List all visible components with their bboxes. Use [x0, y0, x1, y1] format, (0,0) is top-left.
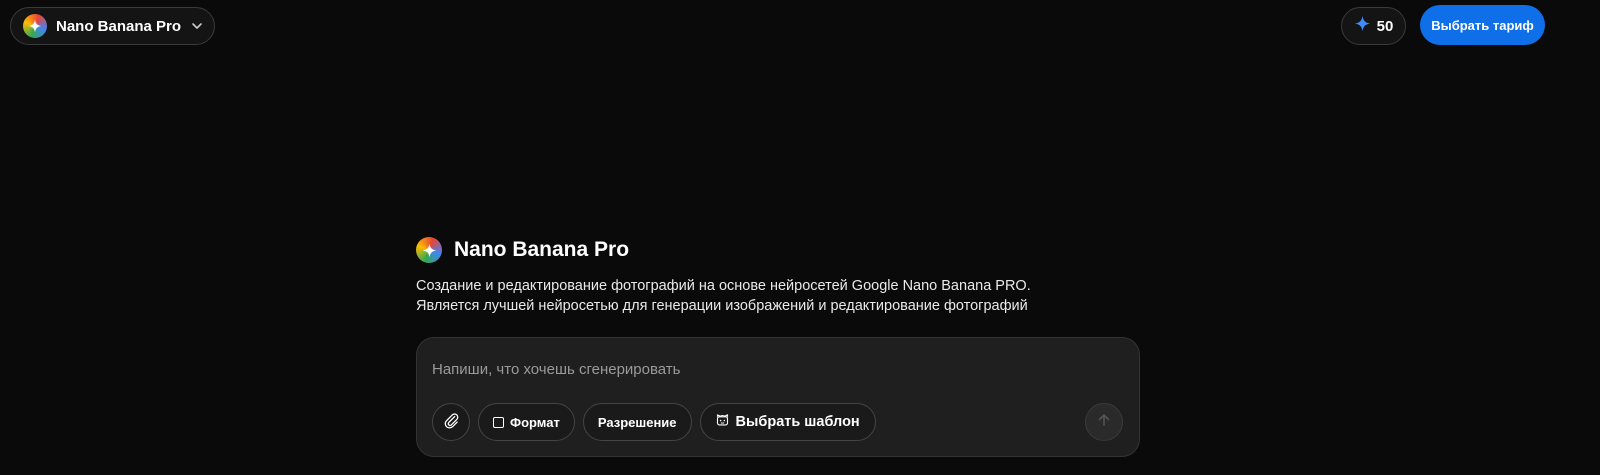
- prompt-toolbar: Формат Разрешение Выбрать шаблон: [432, 403, 876, 441]
- credits-balance[interactable]: 50: [1341, 7, 1406, 45]
- choose-template-button[interactable]: Выбрать шаблон: [699, 403, 876, 441]
- top-bar: Nano Banana Pro 50 Выбрать тариф: [0, 0, 1600, 54]
- credits-count: 50: [1376, 17, 1394, 35]
- choose-tariff-button[interactable]: Выбрать тариф: [1420, 5, 1545, 45]
- hero-description: Создание и редактирование фотографий на …: [416, 276, 1140, 316]
- paperclip-icon: [443, 412, 460, 432]
- hero-description-line: Является лучшей нейросетью для генерации…: [416, 298, 1028, 314]
- gemini-sparkle-icon: [416, 237, 442, 263]
- aspect-square-icon: [493, 416, 504, 428]
- hero-description-line: Создание и редактирование фотографий на …: [416, 278, 1031, 294]
- prompt-composer: Формат Разрешение Выбрать шаблон: [416, 337, 1140, 457]
- format-label: Формат: [510, 414, 560, 430]
- resolution-label: Разрешение: [597, 414, 677, 430]
- chevron-down-icon: [190, 19, 204, 33]
- hero-title-row: Nano Banana Pro: [416, 236, 1140, 264]
- sparkle-icon: [1354, 15, 1371, 37]
- hero-title: Nano Banana Pro: [454, 238, 630, 261]
- format-button[interactable]: Формат: [478, 403, 575, 441]
- gemini-sparkle-icon: [23, 14, 47, 38]
- model-selector[interactable]: Nano Banana Pro: [10, 7, 215, 45]
- template-icon: [715, 413, 730, 432]
- send-button[interactable]: [1085, 403, 1123, 441]
- resolution-button[interactable]: Разрешение: [582, 403, 692, 441]
- arrow-up-icon: [1096, 412, 1112, 433]
- prompt-input[interactable]: [432, 358, 1112, 380]
- hero-section: Nano Banana Pro Создание и редактировани…: [416, 236, 1140, 316]
- model-name: Nano Banana Pro: [56, 17, 182, 35]
- template-label: Выбрать шаблон: [735, 414, 860, 430]
- attach-button[interactable]: [432, 403, 470, 441]
